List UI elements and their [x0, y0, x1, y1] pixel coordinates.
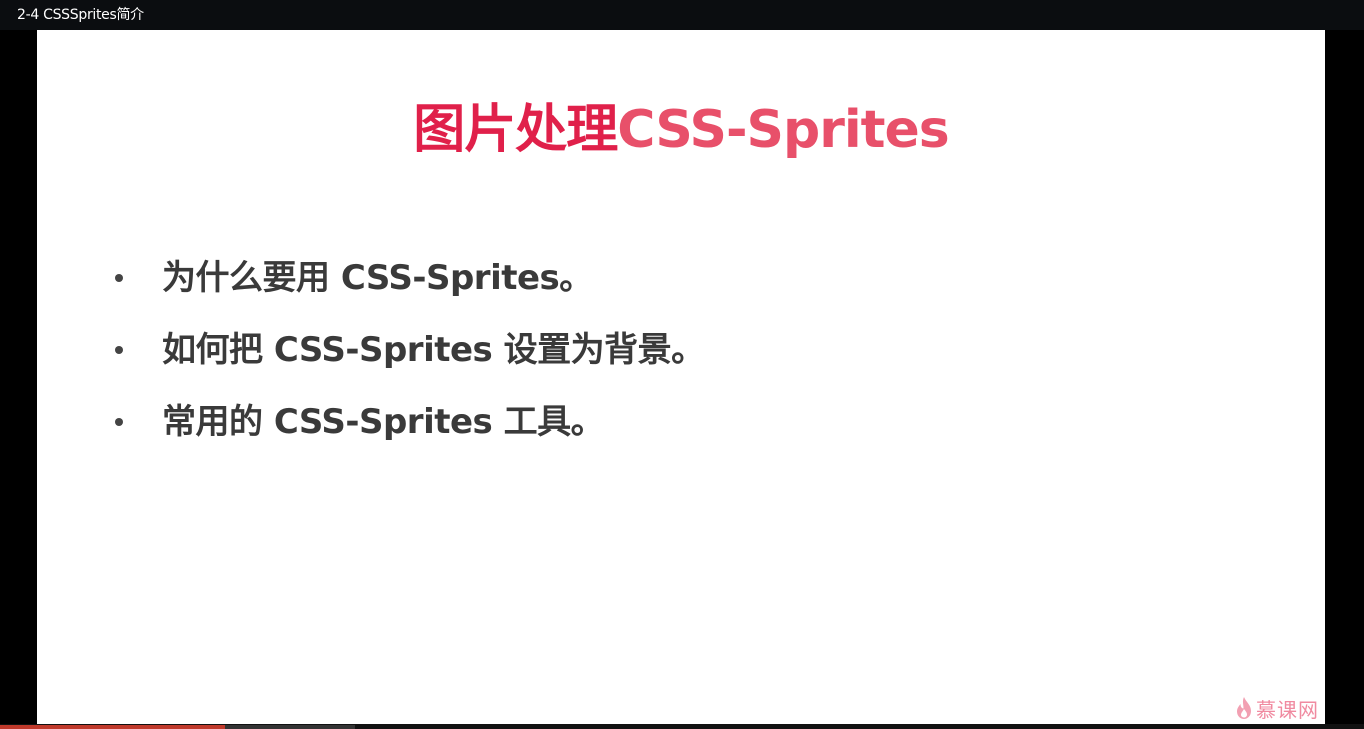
bullet-dot-icon [115, 346, 123, 354]
bullet-list: 为什么要用 CSS-Sprites。 如何把 CSS-Sprites 设置为背景… [37, 244, 1325, 460]
bullet-item: 常用的 CSS-Sprites 工具。 [37, 388, 1325, 460]
watermark-text: 慕课网 [1256, 697, 1319, 722]
watermark: 慕课网 [1235, 694, 1319, 722]
bullet-item: 如何把 CSS-Sprites 设置为背景。 [37, 316, 1325, 388]
bullet-dot-icon [115, 418, 123, 426]
progress-played [0, 725, 225, 729]
slide-title-cn: 图片处理 [413, 100, 618, 160]
video-player[interactable]: 图片处理CSS-Sprites 为什么要用 CSS-Sprites。 如何把 C… [0, 30, 1364, 729]
slide-title-en: CSS-Sprites [617, 100, 949, 160]
slide-title: 图片处理CSS-Sprites [37, 94, 1325, 166]
slide: 图片处理CSS-Sprites 为什么要用 CSS-Sprites。 如何把 C… [37, 30, 1325, 724]
bullet-dot-icon [115, 274, 123, 282]
bullet-item: 为什么要用 CSS-Sprites。 [37, 244, 1325, 316]
bullet-text: 为什么要用 CSS-Sprites。 [162, 258, 593, 298]
flame-logo-icon [1237, 697, 1251, 719]
window-title: 2-4 CSSSprites简介 [17, 7, 144, 23]
bullet-text: 常用的 CSS-Sprites 工具。 [162, 402, 605, 442]
progress-buffered [225, 725, 355, 729]
progress-bar[interactable] [0, 724, 1364, 729]
bullet-text: 如何把 CSS-Sprites 设置为背景。 [162, 330, 705, 370]
window-titlebar: 2-4 CSSSprites简介 [0, 0, 1364, 30]
